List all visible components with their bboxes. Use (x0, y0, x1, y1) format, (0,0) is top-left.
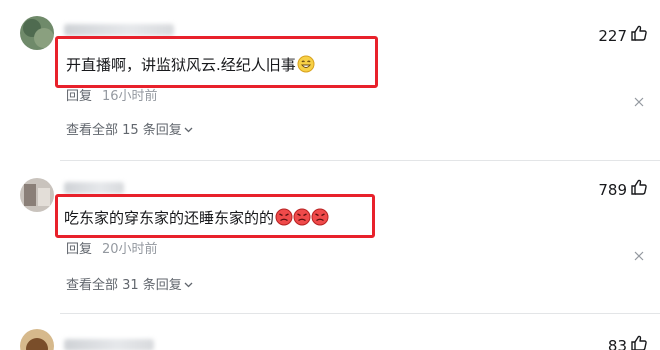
thumb-up-icon (630, 24, 648, 47)
angry-emoji (275, 208, 329, 231)
username-blurred (64, 24, 174, 36)
timestamp: 20小时前 (102, 242, 158, 257)
comment-item: 开直播啊，讲监狱风云.经纪人旧事 227 回复 16小时前 查看全部 15 条回… (0, 0, 660, 150)
comment-meta: 回复 20小时前 (66, 241, 158, 259)
like-button[interactable]: 83 (608, 334, 648, 350)
reply-button[interactable]: 回复 (66, 242, 92, 257)
view-replies-label: 查看全部 31 条回复 (66, 278, 182, 293)
like-count: 789 (598, 180, 627, 199)
username-blurred (64, 339, 154, 350)
avatar[interactable] (20, 329, 54, 350)
comment-meta: 回复 16小时前 (66, 88, 158, 106)
comment-item: 83 (0, 313, 660, 350)
close-icon[interactable] (634, 92, 644, 107)
like-count: 83 (607, 336, 627, 350)
like-button[interactable]: 227 (598, 24, 648, 47)
like-count: 227 (598, 26, 627, 45)
thumb-up-icon (630, 178, 648, 201)
smile-emoji (297, 55, 315, 78)
like-button[interactable]: 789 (598, 178, 648, 201)
chevron-down-icon (184, 121, 193, 139)
chevron-down-icon (184, 276, 193, 294)
username-blurred (64, 182, 124, 194)
thumb-up-icon (630, 334, 648, 350)
avatar[interactable] (20, 178, 54, 212)
comment-feed: 开直播啊，讲监狱风云.经纪人旧事 227 回复 16小时前 查看全部 15 条回… (0, 0, 660, 350)
reply-button[interactable]: 回复 (66, 89, 92, 104)
timestamp: 16小时前 (102, 89, 158, 104)
comment-text: 吃东家的穿东家的还睡东家的的 (64, 208, 329, 231)
avatar[interactable] (20, 16, 54, 50)
view-replies-link[interactable]: 查看全部 15 条回复 (66, 121, 193, 140)
comment-text-content: 开直播啊，讲监狱风云.经纪人旧事 (66, 56, 296, 74)
comment-text-content: 吃东家的穿东家的还睡东家的的 (64, 209, 275, 227)
comment-item: 吃东家的穿东家的还睡东家的的 789 回复 20小时前 查看全部 31 条回复 (0, 160, 660, 310)
comment-text: 开直播啊，讲监狱风云.经纪人旧事 (66, 55, 315, 78)
view-replies-link[interactable]: 查看全部 31 条回复 (66, 276, 193, 295)
view-replies-label: 查看全部 15 条回复 (66, 123, 182, 138)
close-icon[interactable] (634, 246, 644, 261)
